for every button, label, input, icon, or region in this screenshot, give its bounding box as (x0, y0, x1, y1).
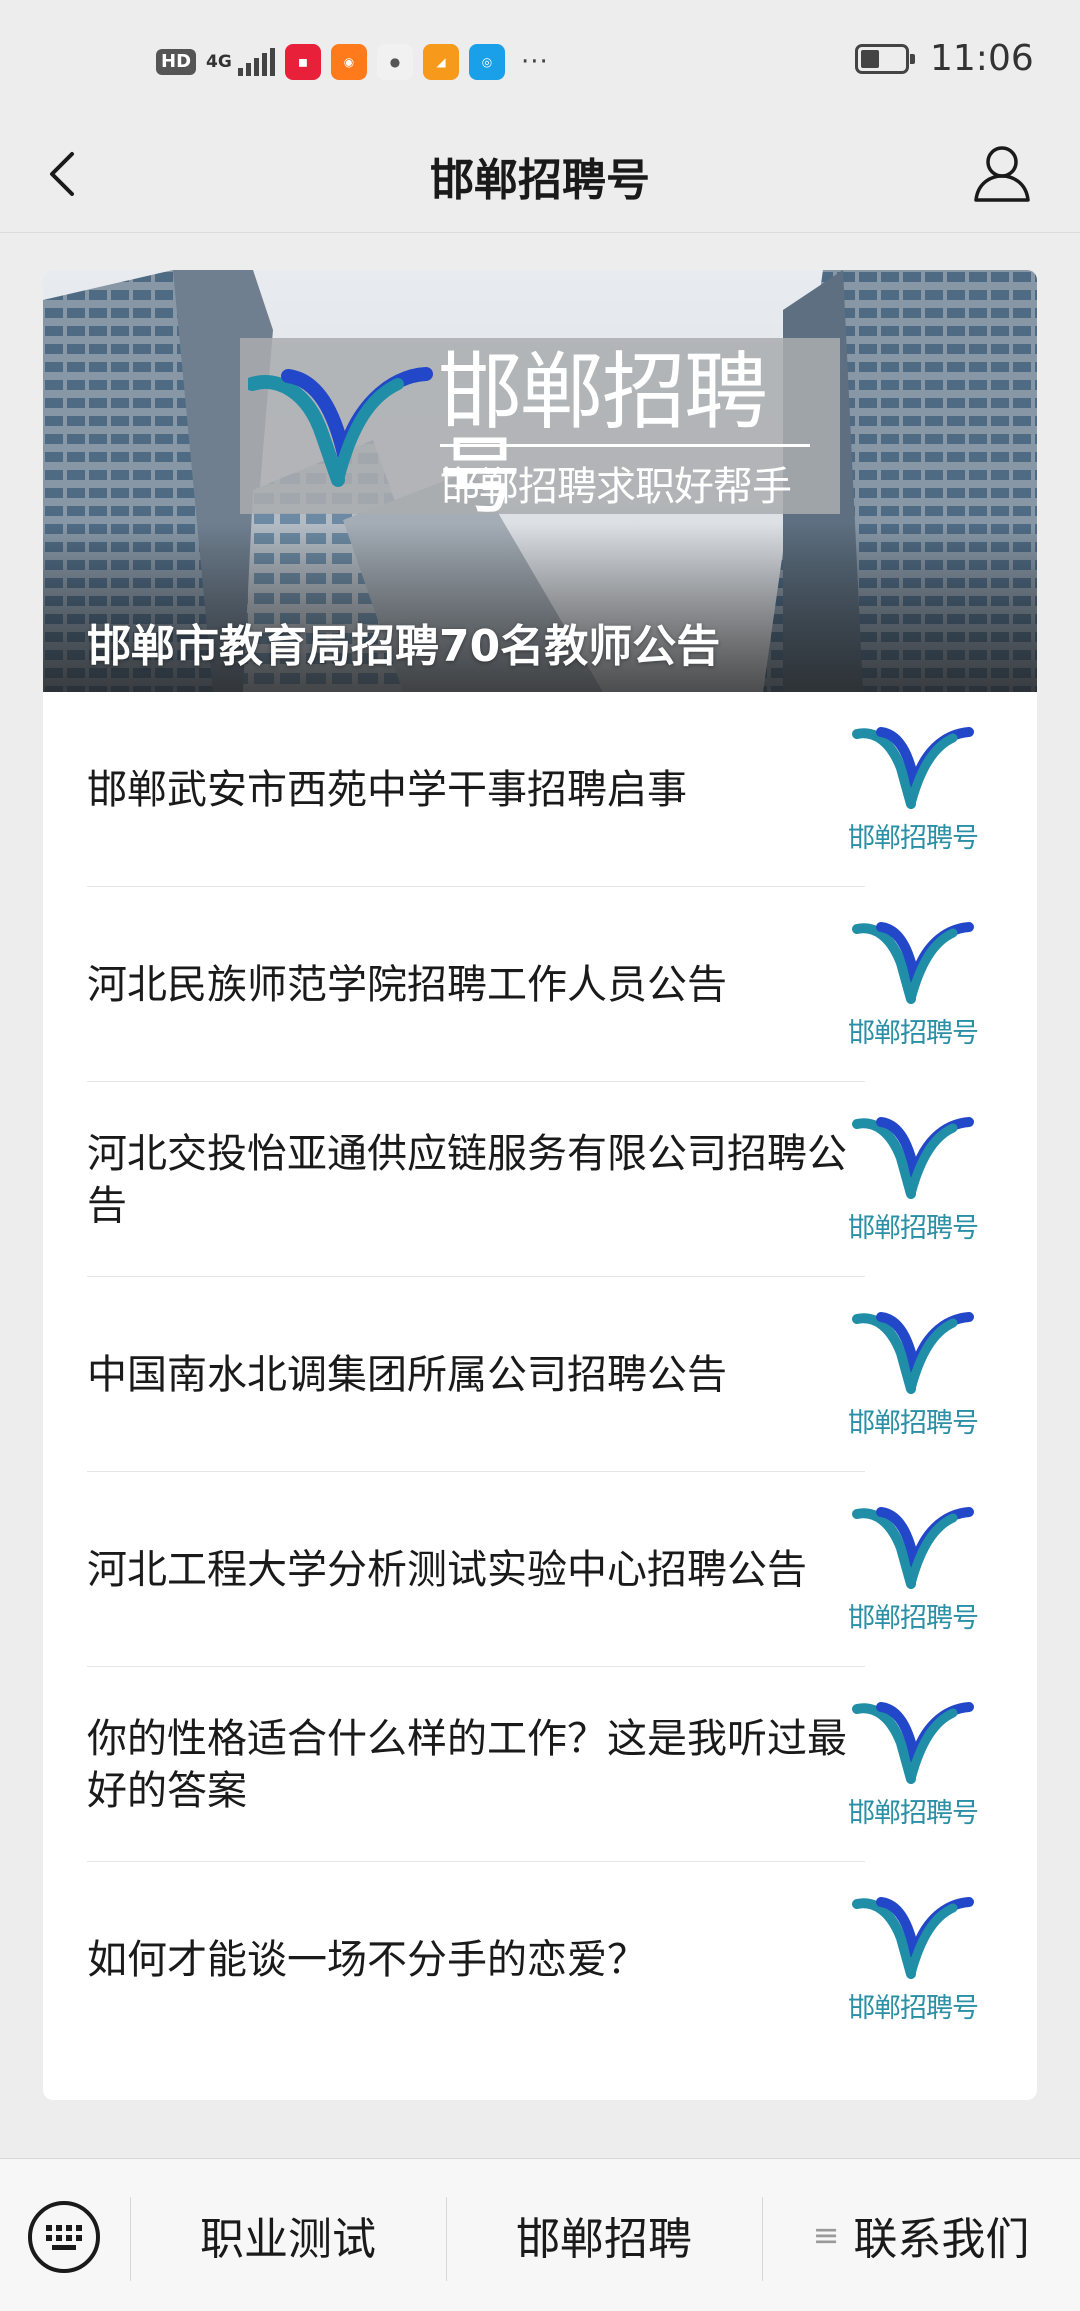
thumbnail-label: 邯郸招聘号 (848, 1213, 979, 1244)
article-list-item[interactable]: 河北交投怡亚通供应链服务有限公司招聘公告 邯郸招聘号 (43, 1082, 1037, 1277)
article-list-item[interactable]: 中国南水北调集团所属公司招聘公告邯郸招聘号 (43, 1277, 1037, 1472)
status-bar: HD 4G ◼ ◉ ● ◢ ◎ ··· 11:06 (0, 0, 1080, 118)
clock: 11:06 (930, 38, 1034, 79)
thumbnail-label: 邯郸招聘号 (848, 1798, 979, 1829)
banner-logo: 邯郸招聘号 邯郸招聘求职好帮手 (240, 338, 840, 518)
browser-icon: ◎ (469, 44, 506, 80)
article-list-item[interactable]: 如何才能谈一场不分手的恋爱？ 邯郸招聘号 (43, 1862, 1037, 2057)
submenu-icon: ≡ (812, 2216, 840, 2254)
bottom-menu-bar: 职业测试 邯郸招聘 ≡ 联系我们 (0, 2158, 1080, 2311)
banner-logo-divider (440, 444, 810, 447)
network-type: 4G (206, 52, 232, 72)
menu-handan-jobs[interactable]: 邯郸招聘 (446, 2159, 762, 2311)
article-list-item[interactable]: 你的性格适合什么样的工作？这是我听过最好的答案 邯郸招聘号 (43, 1667, 1037, 1862)
featured-article-title: 邯郸市教育局招聘70名教师公告 (87, 621, 721, 672)
article-thumbnail: 邯郸招聘号 (843, 1890, 983, 2030)
article-thumbnail: 邯郸招聘号 (843, 1695, 983, 1835)
signal-icon (238, 48, 276, 76)
article-thumbnail: 邯郸招聘号 (843, 1305, 983, 1445)
article-thumbnail: 邯郸招聘号 (843, 1110, 983, 1250)
xiaohongshu-icon: ◼ (285, 44, 322, 80)
article-title: 河北工程大学分析测试实验中心招聘公告 (87, 1546, 807, 1593)
logo-mark-icon (852, 727, 974, 809)
article-thumbnail: 邯郸招聘号 (843, 915, 983, 1055)
thumbnail-label: 邯郸招聘号 (848, 1018, 979, 1049)
thumbnail-label: 邯郸招聘号 (848, 823, 979, 854)
article-thumbnail: 邯郸招聘号 (843, 720, 983, 860)
article-list-item[interactable]: 河北民族师范学院招聘工作人员公告邯郸招聘号 (43, 887, 1037, 1082)
article-list-item[interactable]: 邯郸武安市西苑中学干事招聘启事邯郸招聘号 (43, 692, 1037, 887)
logo-mark-icon (248, 367, 433, 487)
logo-mark-icon (852, 1507, 974, 1589)
thumbnail-label: 邯郸招聘号 (848, 1408, 979, 1439)
article-thumbnail: 邯郸招聘号 (843, 1500, 983, 1640)
battery-icon (855, 44, 915, 74)
app-icon: ◢ (423, 44, 460, 80)
featured-article[interactable]: 邯郸招聘号 邯郸招聘求职好帮手 邯郸市教育局招聘70名教师公告 (43, 270, 1037, 692)
article-title: 你的性格适合什么样的工作？这是我听过最好的答案 (87, 1715, 847, 1814)
banner-logo-subtitle: 邯郸招聘求职好帮手 (440, 464, 792, 510)
article-card: 邯郸招聘号 邯郸招聘求职好帮手 邯郸市教育局招聘70名教师公告 邯郸武安市西苑中… (43, 270, 1037, 2100)
logo-mark-icon (852, 1897, 974, 1979)
wechat-icon: ● (377, 44, 414, 80)
logo-mark-icon (852, 922, 974, 1004)
logo-mark-icon (852, 1702, 974, 1784)
profile-button[interactable] (970, 138, 1034, 208)
status-icons: HD 4G ◼ ◉ ● ◢ ◎ ··· (156, 42, 549, 82)
article-title: 中国南水北调集团所属公司招聘公告 (87, 1351, 727, 1398)
logo-mark-icon (852, 1312, 974, 1394)
thumbnail-label: 邯郸招聘号 (848, 1603, 979, 1634)
article-title: 如何才能谈一场不分手的恋爱？ (87, 1936, 647, 1983)
logo-mark-icon (852, 1117, 974, 1199)
thumbnail-label: 邯郸招聘号 (848, 1993, 979, 2024)
page-title: 邯郸招聘号 (430, 155, 650, 206)
menu-contact-us[interactable]: ≡ 联系我们 (762, 2159, 1080, 2311)
article-title: 邯郸武安市西苑中学干事招聘启事 (87, 766, 687, 813)
keyboard-toggle-button[interactable] (26, 2199, 102, 2275)
article-title: 河北民族师范学院招聘工作人员公告 (87, 961, 727, 1008)
article-list-item[interactable]: 河北工程大学分析测试实验中心招聘公告邯郸招聘号 (43, 1472, 1037, 1667)
menu-label: 职业测试 (200, 2214, 376, 2265)
more-notifications-icon: ··· (521, 47, 549, 77)
menu-career-test[interactable]: 职业测试 (130, 2159, 446, 2311)
menu-label: 邯郸招聘 (516, 2214, 692, 2265)
user-icon (974, 146, 1030, 202)
navigation-header: 邯郸招聘号 (0, 118, 1080, 233)
article-title: 河北交投怡亚通供应链服务有限公司招聘公告 (87, 1130, 847, 1229)
hd-badge: HD (156, 49, 197, 75)
keyboard-icon (28, 2201, 100, 2273)
menu-label: 联系我们 (853, 2214, 1030, 2265)
taobao-icon: ◉ (331, 44, 368, 80)
